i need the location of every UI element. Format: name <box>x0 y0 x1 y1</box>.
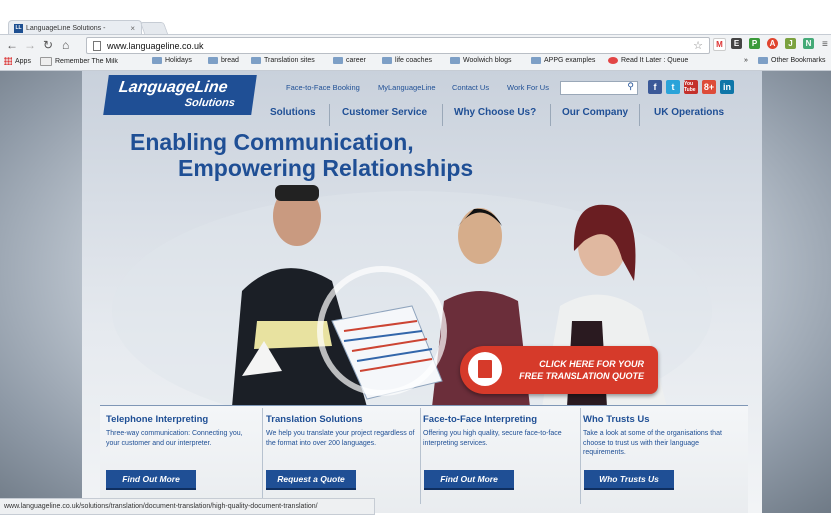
find-out-more-button[interactable]: Find Out More <box>106 470 196 490</box>
cta-line-1: CLICK HERE FOR YOUR <box>539 359 644 369</box>
hero-image <box>112 185 712 407</box>
who-trusts-us-button[interactable]: Who Trusts Us <box>584 470 674 490</box>
nav-our-company[interactable]: Our Company <box>562 107 628 118</box>
folder-icon <box>450 57 460 64</box>
pin-icon[interactable]: P <box>749 38 760 49</box>
gmail-icon[interactable]: M <box>713 38 726 51</box>
bookmark-star-icon[interactable]: ☆ <box>693 39 703 52</box>
new-tab-button[interactable] <box>139 22 169 34</box>
bookmark-item[interactable]: Remember The Milk <box>40 57 118 66</box>
toplink-face-to-face-booking[interactable]: Face-to-Face Booking <box>286 83 360 92</box>
bookmark-folder[interactable]: Translation sites <box>251 57 315 64</box>
twitter-icon[interactable]: t <box>666 80 680 94</box>
nav-divider <box>639 104 640 126</box>
nav-divider <box>329 104 330 126</box>
bookmark-folder[interactable]: Woolwich blogs <box>450 57 512 64</box>
bookmark-folder[interactable]: career <box>333 57 366 64</box>
site-search-input[interactable]: ⚲ <box>560 81 638 95</box>
new-extension-icon[interactable]: N <box>803 38 814 49</box>
find-out-more-button[interactable]: Find Out More <box>424 470 514 490</box>
favicon-icon: LL <box>14 23 23 33</box>
toplink-mylanguageline[interactable]: MyLanguageLine <box>378 83 436 92</box>
column-divider <box>580 408 581 504</box>
column-text: Offering you high quality, secure face-t… <box>423 430 562 447</box>
bookmarks-overflow[interactable]: » <box>744 57 748 64</box>
folder-icon <box>382 57 392 64</box>
column-divider <box>420 408 421 504</box>
close-icon[interactable]: × <box>130 24 135 33</box>
page-icon <box>93 40 101 51</box>
folder-icon <box>152 57 162 64</box>
adblock-icon[interactable]: A <box>767 38 778 49</box>
languageline-logo[interactable]: LanguageLine Solutions <box>103 75 257 115</box>
nav-uk-operations[interactable]: UK Operations <box>654 107 724 118</box>
tab-languageline[interactable]: LL LanguageLine Solutions - × <box>8 20 142 35</box>
bookmark-folder[interactable]: Holidays <box>152 57 192 64</box>
folder-icon <box>333 57 343 64</box>
googleplus-icon[interactable]: 8+ <box>702 80 716 94</box>
nav-customer-service[interactable]: Customer Service <box>342 107 427 118</box>
bookmark-folder[interactable]: APPG examples <box>531 57 595 64</box>
free-translation-quote-button[interactable]: CLICK HERE FOR YOUR FREE TRANSLATION QUO… <box>460 346 658 394</box>
toplink-work-for-us[interactable]: Work For Us <box>507 83 549 92</box>
facebook-icon[interactable]: f <box>648 80 662 94</box>
tab-strip: LL LanguageLine Solutions - × <box>0 0 831 35</box>
headline-line-1: Enabling Communication, <box>130 129 414 155</box>
column-face-to-face-interpreting: Face-to-Face Interpreting Offering you h… <box>423 414 573 448</box>
column-title[interactable]: Telephone Interpreting <box>106 414 256 425</box>
search-icon[interactable]: ⚲ <box>627 81 634 92</box>
youtube-icon[interactable]: You Tube <box>684 80 698 94</box>
cta-line-2: FREE TRANSLATION QUOTE <box>519 371 644 381</box>
column-title[interactable]: Who Trusts Us <box>583 414 733 425</box>
folder-icon <box>208 57 218 64</box>
nav-solutions[interactable]: Solutions <box>270 107 316 118</box>
column-who-trusts-us: Who Trusts Us Take a look at some of the… <box>583 414 733 458</box>
bookmark-apps[interactable]: Apps <box>4 57 31 65</box>
nav-why-choose-us[interactable]: Why Choose Us? <box>454 107 536 118</box>
column-text: Three-way communication: Connecting you,… <box>106 430 243 447</box>
nav-divider <box>550 104 551 126</box>
document-icon <box>468 352 502 386</box>
folder-icon <box>758 57 768 64</box>
column-telephone-interpreting: Telephone Interpreting Three-way communi… <box>106 414 256 448</box>
column-title[interactable]: Face-to-Face Interpreting <box>423 414 573 425</box>
forward-icon[interactable]: → <box>24 37 36 53</box>
bookmark-item[interactable]: Read It Later : Queue <box>608 57 688 64</box>
column-text: Take a look at some of the organisations… <box>583 430 722 456</box>
column-title[interactable]: Translation Solutions <box>266 414 416 425</box>
back-icon[interactable]: ← <box>6 37 18 53</box>
reload-icon[interactable]: ↻ <box>43 37 53 53</box>
request-a-quote-button[interactable]: Request a Quote <box>266 470 356 490</box>
status-bar: www.languageline.co.uk/solutions/transla… <box>0 498 375 515</box>
folder-icon <box>531 57 541 64</box>
nav-divider <box>442 104 443 126</box>
bookmark-other[interactable]: Other Bookmarks <box>758 57 825 64</box>
web-page: LanguageLine Solutions Face-to-Face Book… <box>0 71 831 513</box>
folder-icon <box>251 57 261 64</box>
bookmark-folder[interactable]: life coaches <box>382 57 432 64</box>
extension-icon[interactable]: J <box>785 38 796 49</box>
page-icon <box>40 57 52 66</box>
toplink-contact-us[interactable]: Contact Us <box>452 83 489 92</box>
address-bar[interactable]: www.languageline.co.uk ☆ <box>86 37 710 54</box>
evernote-icon[interactable]: E <box>731 38 742 49</box>
url-text: www.languageline.co.uk <box>107 40 204 51</box>
column-translation-solutions: Translation Solutions We help you transl… <box>266 414 416 448</box>
column-divider <box>262 408 263 504</box>
apps-icon <box>4 57 12 65</box>
column-text: We help you translate your project regar… <box>266 430 415 447</box>
home-icon[interactable]: ⌂ <box>62 37 69 53</box>
browser-toolbar: ← → ↻ ⌂ www.languageline.co.uk ☆ M E P A… <box>0 34 831 55</box>
bookmark-folder[interactable]: bread <box>208 57 239 64</box>
tab-title: LanguageLine Solutions - <box>26 24 106 32</box>
menu-icon[interactable]: ≡ <box>822 37 828 53</box>
linkedin-icon[interactable]: in <box>720 80 734 94</box>
services-panel: Telephone Interpreting Three-way communi… <box>100 405 748 513</box>
pocket-icon <box>608 57 618 64</box>
bookmarks-bar: Apps Remember The Milk Holidays bread Tr… <box>0 54 831 71</box>
